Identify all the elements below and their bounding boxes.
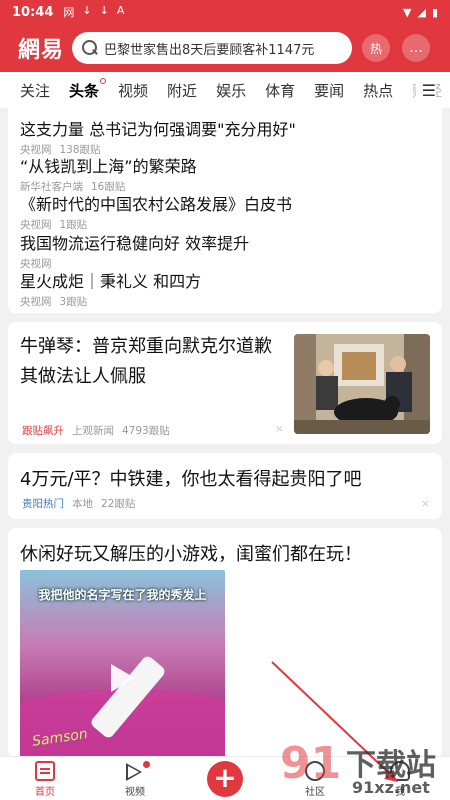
netease-logo[interactable]: 網易 [18,32,64,64]
signal-icon: ◢ [417,5,426,19]
ad-video-thumbnail[interactable]: 我把他的名字写在了我的秀发上 Samson [20,570,225,758]
nav-video-label: 视频 [125,787,145,798]
search-placeholder: 巴黎世家售出8天后要顾客补1147元 [104,42,315,58]
news-photo [294,334,430,434]
site-watermark: 91 下载站 91xz.net [280,738,450,800]
tab-sports[interactable]: 体育 [265,80,295,101]
headline-item[interactable]: “从钱凯到上海”的繁荣路 新华社客户端 16跟贴 [20,153,197,194]
wifi-icon: ▼ [403,5,412,19]
news-thumbnail-image [294,334,430,434]
headline-meta: 央视网 3跟贴 [20,294,201,309]
headline-item[interactable]: 星火成炬｜秉礼义 和四方 央视网 3跟贴 [20,268,201,309]
headline-title: 《新时代的中国农村公路发展》白皮书 [20,195,293,214]
headline-list-card: 这支力量 总书记为何强调要"充分用好" 央视网 138跟贴 “从钱凯到上海”的繁荣… [8,108,442,313]
nav-video[interactable]: 视频 [105,761,165,798]
news-comments: 22跟贴 [101,498,136,510]
message-button[interactable]: … [402,34,430,62]
news-card[interactable]: 4万元/平？中铁建，你也太看得起贵阳了吧 贵阳热门 本地 22跟贴 × [8,453,442,519]
trending-tag: 跟贴飙升 [22,425,64,437]
message-icon: … [409,40,423,56]
video-triangle-icon [126,763,142,781]
nav-home[interactable]: 首页 [15,761,75,798]
dismiss-icon[interactable]: × [421,497,430,510]
netease-notification-icon: 网 [63,6,75,19]
news-meta: 跟贴飙升 上观新闻 4793跟贴 [22,423,170,438]
hot-icon: 热 [369,41,382,56]
dismiss-icon[interactable]: × [275,422,284,435]
headline-title: 这支力量 总书记为何强调要"充分用好" [20,120,296,139]
tab-hot[interactable]: 热点 [363,80,393,101]
watermark-number: 91 [280,738,342,789]
headline-source: 央视网 [20,296,52,308]
tab-follow[interactable]: 关注 [20,80,50,101]
tab-nearby[interactable]: 附近 [167,80,197,101]
news-source: 本地 [72,498,93,510]
top-bar: 網易 巴黎世家售出8天后要顾客补1147元 热 … [0,30,450,66]
battery-icon: ▮ [431,5,438,19]
video-caption: 我把他的名字写在了我的秀发上 [38,588,207,602]
status-time: 10:44 [12,4,54,20]
search-icon [82,40,98,56]
more-tabs-icon[interactable]: ☰ [415,81,436,100]
headline-title: “从钱凯到上海”的繁荣路 [20,157,197,176]
headline-item[interactable]: 《新时代的中国农村公路发展》白皮书 央视网 1跟贴 [20,191,292,232]
tab-headlines[interactable]: 头条 [69,77,107,101]
news-comments: 4793跟贴 [122,425,170,437]
system-icons: ▼ ◢ ▮ [403,6,438,19]
download-icon: ↓ [82,4,92,17]
news-meta: 贵阳热门 本地 22跟贴 [22,496,135,511]
news-title: 4万元/平？中铁建，你也太看得起贵阳了吧 [20,469,362,490]
status-bar: 10:44 网 ↓ ↓ A ▼ ◢ ▮ [0,0,450,24]
new-indicator-icon [143,761,150,768]
search-input[interactable]: 巴黎世家售出8天后要顾客补1147元 [72,32,352,64]
nav-home-label: 首页 [35,787,55,798]
ad-title: 休闲好玩又解压的小游戏，闺蜜们都在玩！ [20,544,362,565]
news-card[interactable]: 牛弹琴：普京郑重向默克尔道歉 其做法让人佩服 跟贴飙升 上观新闻 4793跟贴 … [8,322,442,444]
channel-tabs: 关注 头条 视频 附近 娱乐 体育 要闻 热点 财经 ☰ [0,72,450,108]
headline-item[interactable]: 我国物流运行稳健向好 效率提升 央视网 [20,230,249,271]
headline-item[interactable]: 这支力量 总书记为何强调要"充分用好" 央视网 138跟贴 [20,116,296,157]
home-icon [35,761,55,781]
new-indicator-icon [100,77,107,84]
notification-icons: 网 ↓ ↓ A [63,4,124,20]
headline-comments: 3跟贴 [59,296,88,308]
tab-important-news[interactable]: 要闻 [314,80,344,101]
ad-card[interactable]: 休闲好玩又解压的小游戏，闺蜜们都在玩！ 我把他的名字写在了我的秀发上 Samso… [8,528,442,758]
play-icon[interactable] [111,664,135,692]
tab-entertainment[interactable]: 娱乐 [216,80,246,101]
app-header: 10:44 网 ↓ ↓ A ▼ ◢ ▮ 網易 巴黎世家售出8天后要顾客补1147… [0,0,450,72]
download-icon: ↓ [99,4,109,17]
news-source: 上观新闻 [72,425,114,437]
publish-button[interactable]: + [207,761,243,797]
headline-title: 星火成炬｜秉礼义 和四方 [20,272,202,291]
watermark-url: 91xz.net [352,778,430,797]
tab-video[interactable]: 视频 [118,80,148,101]
hot-list-button[interactable]: 热 [362,34,390,62]
local-hot-tag: 贵阳热门 [22,498,64,510]
news-title: 牛弹琴：普京郑重向默克尔道歉 其做法让人佩服 [20,336,272,387]
headline-title: 我国物流运行稳健向好 效率提升 [20,234,250,253]
app-notification-icon: A [116,4,125,17]
tab-headlines-label: 头条 [69,81,100,100]
